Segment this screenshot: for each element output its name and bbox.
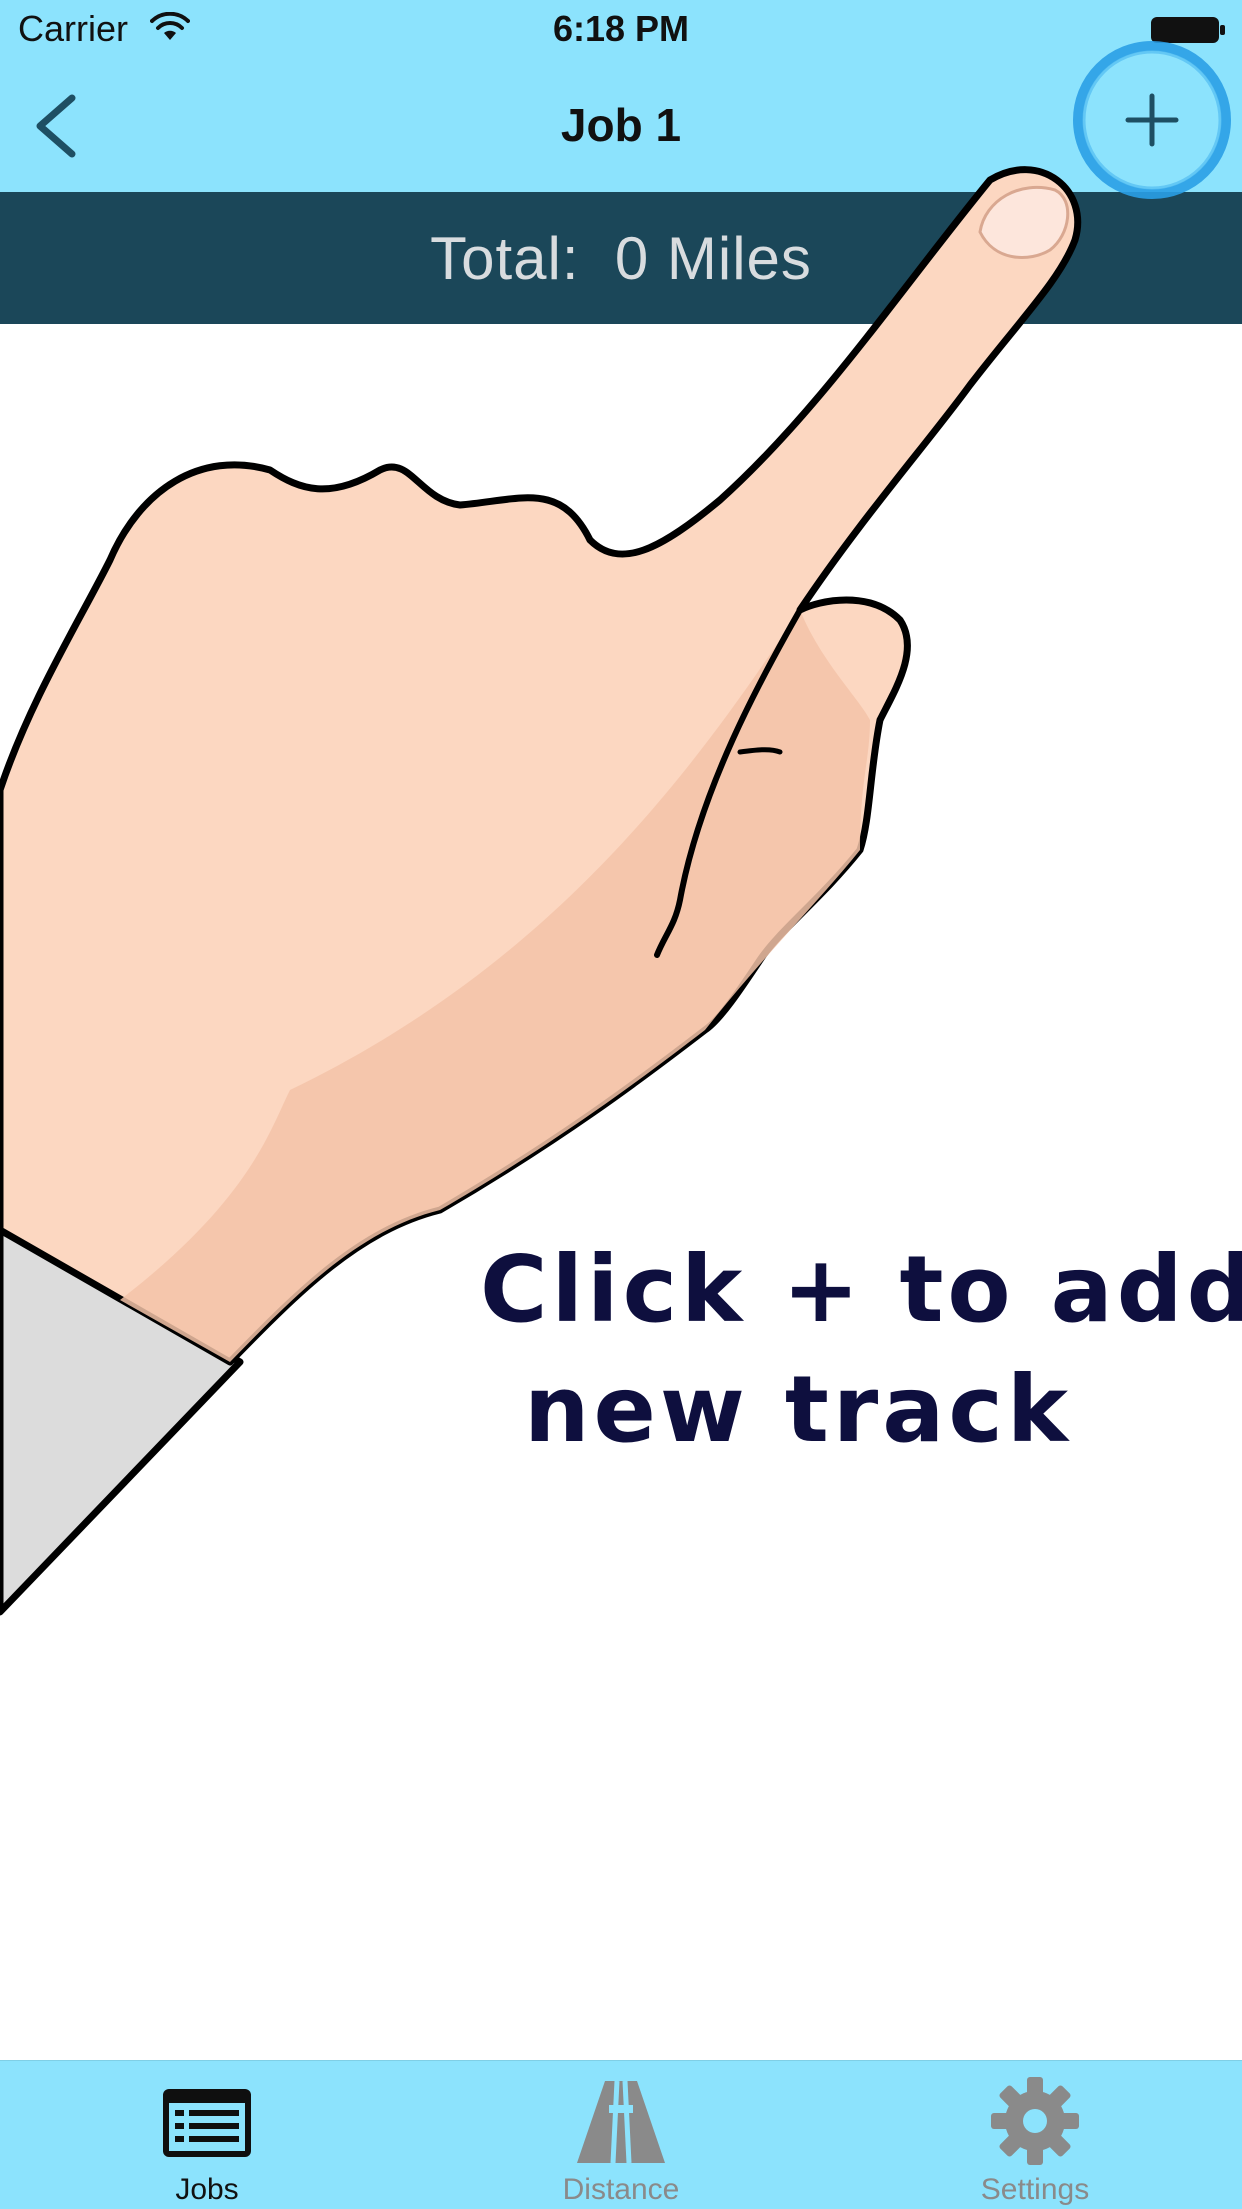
page-title: Job 1 <box>560 99 682 151</box>
tab-settings-label: Settings <box>980 2173 1090 2206</box>
status-bar: Carrier 6:18 PM <box>0 0 1242 60</box>
pointing-hand-illustration <box>0 166 1082 1616</box>
status-time: 6:18 PM <box>552 8 690 49</box>
gear-icon <box>991 2077 1079 2165</box>
add-track-button[interactable] <box>1066 34 1232 200</box>
tab-bar: Jobs Distance Settings <box>0 2060 1242 2209</box>
tab-distance-label: Distance <box>562 2173 680 2206</box>
plus-icon <box>1073 41 1231 199</box>
tab-settings[interactable]: Settings <box>828 2061 1242 2209</box>
tab-distance[interactable]: Distance <box>414 2061 828 2209</box>
road-icon <box>577 2080 665 2164</box>
tab-jobs[interactable]: Jobs <box>0 2061 414 2209</box>
list-icon <box>163 2089 251 2157</box>
tab-jobs-label: Jobs <box>175 2173 239 2206</box>
